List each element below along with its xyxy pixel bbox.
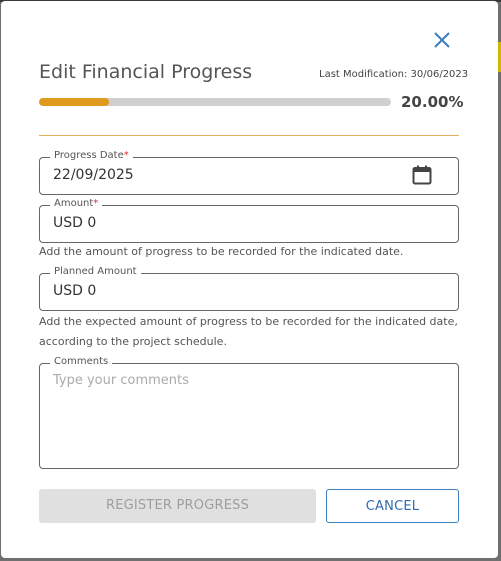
comments-placeholder: Type your comments <box>53 373 189 388</box>
amount-field[interactable]: Amount* USD 0 <box>39 198 459 243</box>
required-mark: * <box>123 150 129 161</box>
close-icon[interactable] <box>431 29 453 51</box>
planned-amount-label: Planned Amount <box>50 266 141 277</box>
progress-bar-fill <box>39 98 110 106</box>
progress-date-label: Progress Date* <box>50 150 133 161</box>
amount-label: Amount* <box>50 198 103 209</box>
progress-percent: 20.00% <box>401 93 464 111</box>
calendar-icon[interactable] <box>412 165 432 185</box>
amount-value: USD 0 <box>53 215 97 231</box>
required-mark: * <box>93 198 99 209</box>
edit-financial-progress-dialog: Edit Financial Progress Last Modificatio… <box>1 1 498 558</box>
comments-field[interactable]: Comments Type your comments <box>39 356 459 469</box>
dialog-title: Edit Financial Progress <box>39 61 253 83</box>
divider <box>39 135 459 136</box>
register-progress-button[interactable]: REGISTER PROGRESS <box>39 489 316 523</box>
last-modification: Last Modification: 30/06/2023 <box>319 69 469 80</box>
progress-date-value: 22/09/2025 <box>53 167 134 183</box>
progress-date-field[interactable]: Progress Date* 22/09/2025 <box>39 150 459 195</box>
progress-bar <box>39 98 391 106</box>
amount-help-text: Add the amount of progress to be recorde… <box>39 245 404 258</box>
cancel-button[interactable]: CANCEL <box>326 489 459 523</box>
planned-amount-field[interactable]: Planned Amount USD 0 <box>39 266 459 311</box>
planned-amount-help-text: Add the expected amount of progress to b… <box>39 315 458 348</box>
comments-label: Comments <box>50 356 113 367</box>
planned-amount-value: USD 0 <box>53 283 97 299</box>
